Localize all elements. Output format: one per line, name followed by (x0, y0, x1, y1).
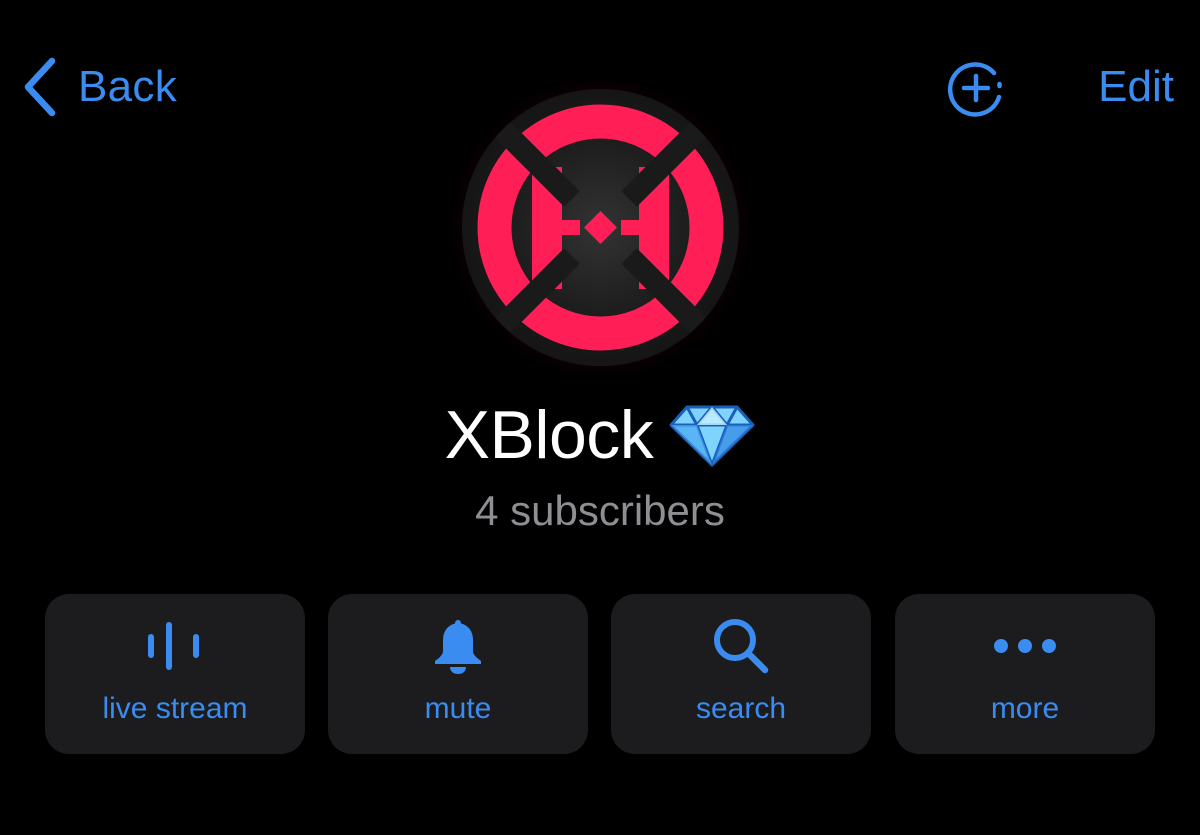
channel-title-row: XBlock (0, 395, 1200, 475)
mute-label: mute (424, 692, 492, 725)
circle-plus-dashed-icon (947, 62, 1002, 117)
search-button[interactable]: search (611, 594, 871, 754)
back-button[interactable]: Back (22, 55, 177, 119)
add-story-button[interactable] (947, 59, 1005, 117)
ellipsis-icon (994, 639, 1056, 653)
back-label: Back (78, 62, 178, 111)
magnifier-icon (714, 619, 769, 674)
edit-button[interactable]: Edit (1098, 55, 1174, 119)
channel-name: XBlock (444, 397, 654, 473)
waveform-bars-icon (148, 622, 199, 670)
diamond-emoji-icon (669, 405, 755, 467)
live-stream-label: live stream (102, 692, 248, 725)
bell-icon (435, 620, 481, 674)
more-button[interactable]: more (895, 594, 1155, 754)
action-bar: live stream mute search more (45, 594, 1155, 754)
mute-button[interactable]: mute (328, 594, 588, 754)
more-label: more (990, 692, 1060, 725)
live-stream-button[interactable]: live stream (45, 594, 305, 754)
search-label: search (695, 692, 787, 725)
channel-avatar[interactable] (462, 89, 739, 366)
subscriber-count: 4 subscribers (475, 487, 725, 534)
chevron-left-icon (24, 57, 56, 117)
xblock-logo (462, 89, 739, 366)
